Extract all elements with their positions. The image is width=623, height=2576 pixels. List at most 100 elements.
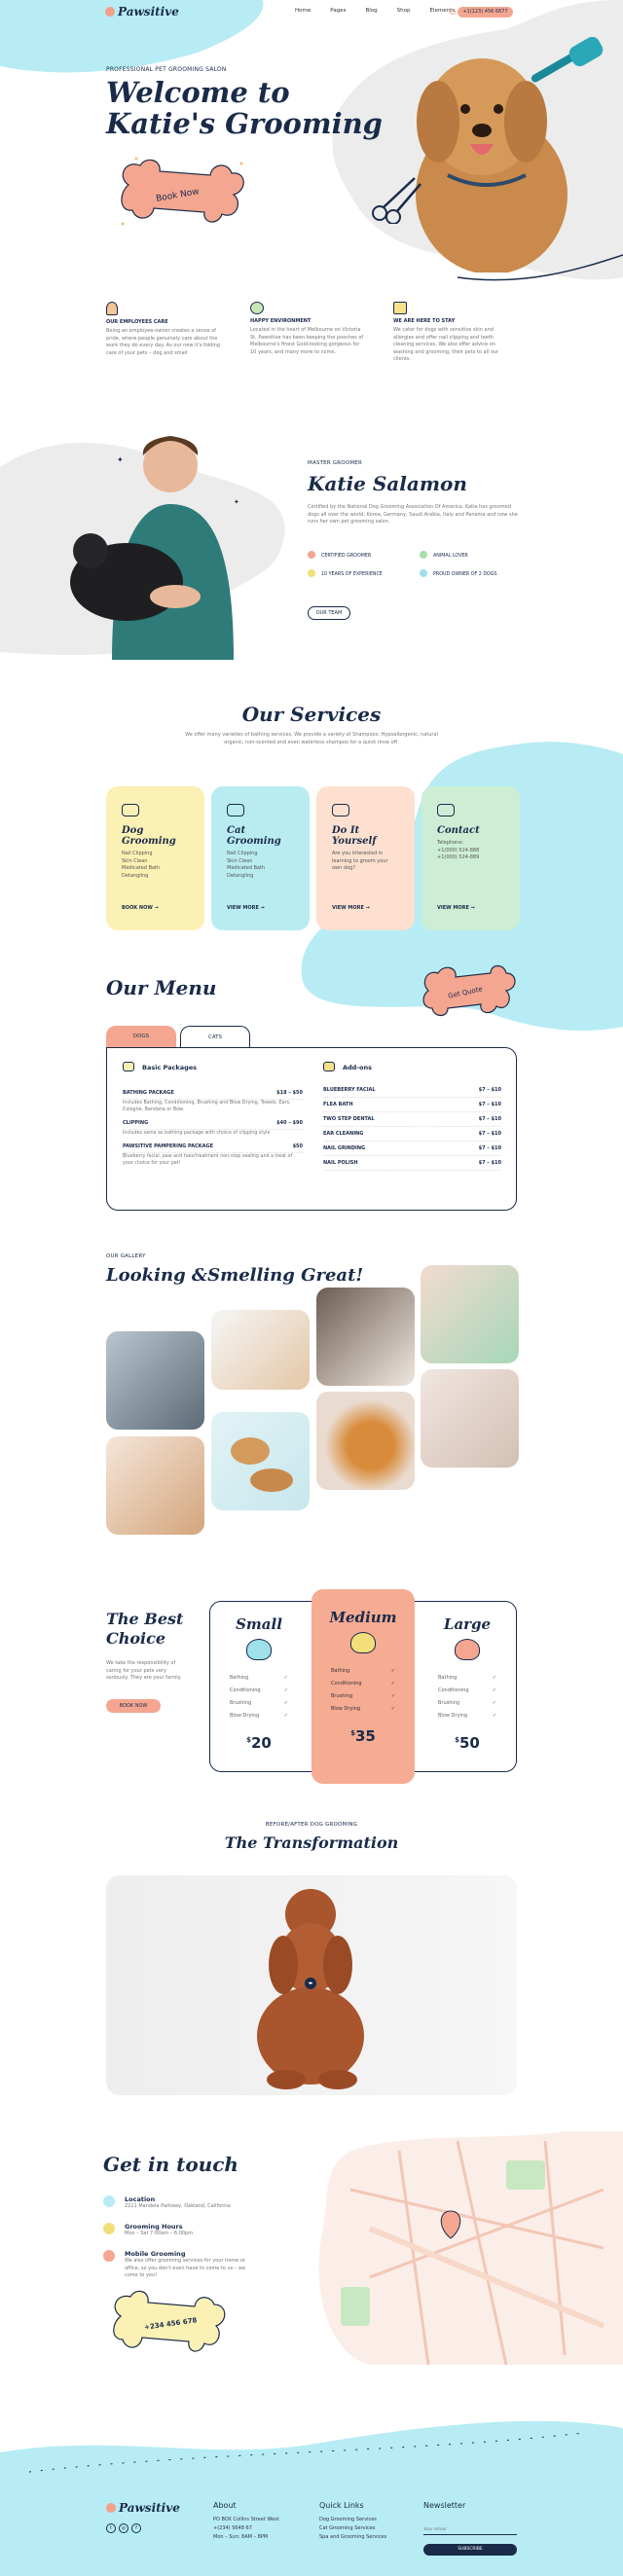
plan-medium[interactable]: Medium Bathing ✓ Conditioning ✓ Brushing ✓ …	[312, 1609, 415, 1745]
check-icon: ✓	[283, 1713, 288, 1719]
service-card-cat[interactable]: Cat Grooming Nail Clipping Skin Clean Me…	[211, 786, 310, 930]
gallery-image-treats[interactable]	[211, 1412, 310, 1510]
plan-feature: Bathing ✓	[312, 1665, 415, 1678]
our-team-button[interactable]: OUR TEAM	[308, 606, 350, 620]
service-card-diy[interactable]: Do It Yourself Are you interested in lea…	[316, 786, 415, 930]
gallery-image-puppies[interactable]	[211, 1310, 310, 1390]
tab-dogs[interactable]: DOGS	[106, 1026, 176, 1047]
service-card-link[interactable]: VIEW MORE →	[227, 905, 265, 911]
footer-link[interactable]: Cat Grooming Services	[319, 2524, 386, 2533]
check-icon: ✓	[492, 1700, 496, 1706]
contact-item-title: Mobile Grooming	[125, 2250, 186, 2258]
gallery-image-bath[interactable]	[106, 1331, 204, 1430]
footer-link[interactable]: Spa and Grooming Services	[319, 2533, 386, 2542]
service-card-link[interactable]: BOOK NOW →	[122, 905, 159, 911]
service-card-title: Contact	[437, 825, 480, 836]
check-icon: ✓	[492, 1713, 496, 1719]
gallery-image-grooming[interactable]	[316, 1288, 415, 1386]
slider-handle-icon[interactable]: ◂▸	[305, 1977, 316, 1989]
plan-feature: Conditioning ✓	[312, 1678, 415, 1690]
location-icon	[103, 2195, 115, 2207]
plan-feature: Brushing ✓	[210, 1697, 308, 1710]
groomer-name: Katie Salamon	[308, 472, 467, 495]
brush-icon	[531, 36, 604, 83]
footer-background	[0, 2420, 623, 2576]
check-icon: ✓	[390, 1681, 395, 1687]
contact-location: Location 2211 Mandela Parkway, Oakland, …	[103, 2195, 249, 2211]
plan-name: Small	[236, 1615, 282, 1633]
before-after-slider[interactable]: ◂▸	[106, 1875, 517, 2095]
service-card-contact[interactable]: Contact Telephone: +1(000) 524-888 +1(00…	[421, 786, 520, 930]
phone-call-button[interactable]: +1(123) 456 6677	[458, 7, 513, 18]
plan-small[interactable]: Small Bathing ✓ Conditioning ✓ Brushing ✓ B…	[210, 1615, 308, 1752]
service-card-title: Cat Grooming	[227, 825, 281, 847]
contact-item-text: Mon – Sat 7:00am – 6:00pm	[125, 2231, 194, 2236]
addon-item: TWO STEP DENTAL $7 – $10	[323, 1112, 501, 1127]
plan-feature: Blow Drying ✓	[419, 1710, 516, 1723]
cat-icon	[227, 804, 244, 816]
check-icon: ✓	[492, 1675, 496, 1681]
service-card-link[interactable]: VIEW MORE →	[332, 905, 370, 911]
newsletter-email-input[interactable]	[423, 2525, 517, 2535]
clock-icon	[103, 2223, 115, 2234]
gallery-image-nail-clip[interactable]	[421, 1265, 519, 1363]
check-icon: ✓	[283, 1700, 288, 1706]
plan-price: $35	[350, 1727, 376, 1745]
footer-heading: Quick Links	[319, 2501, 364, 2510]
contact-item-title: Location	[125, 2195, 156, 2203]
footer-heading: About	[213, 2501, 237, 2510]
service-card-dog[interactable]: Dog Grooming Nail Clipping Skin Clean Me…	[106, 786, 204, 930]
plan-large[interactable]: Large Bathing ✓ Conditioning ✓ Brushing ✓ B…	[419, 1615, 516, 1752]
scissors-icon	[372, 177, 421, 224]
map[interactable]	[312, 2131, 623, 2365]
service-item: Skin Clean	[227, 857, 253, 864]
nav-link-shop[interactable]: Shop	[397, 8, 411, 14]
gallery-image-poodle[interactable]	[106, 1436, 204, 1535]
site-logo[interactable]: Pawsitive	[105, 5, 179, 18]
footer-link[interactable]: Dog Grooming Services	[319, 2516, 386, 2524]
instagram-icon[interactable]: ◎	[119, 2523, 128, 2533]
addon-item: NAIL GRINDING $7 – $10	[323, 1142, 501, 1156]
pricing-book-now-button[interactable]: BOOK NOW	[106, 1699, 161, 1713]
paw-icon	[105, 7, 115, 17]
subscribe-button[interactable]: SUBSCRIBE	[423, 2543, 517, 2556]
plan-feature: Brushing ✓	[419, 1697, 516, 1710]
top-navigation: Pawsitive Home Pages Blog Shop Elements …	[0, 0, 623, 23]
menu-item: BATHING PACKAGE $18 – $50	[123, 1087, 303, 1100]
nav-link-pages[interactable]: Pages	[330, 8, 346, 14]
nav-link-home[interactable]: Home	[295, 8, 311, 14]
basic-packages: Basic Packages BATHING PACKAGE $18 – $50 …	[123, 1062, 303, 1171]
badge-certified: CERTIFIED GROOMER	[308, 551, 420, 559]
groomer-photo	[70, 436, 234, 660]
plan-feature: Brushing ✓	[312, 1690, 415, 1703]
facebook-icon[interactable]: f	[131, 2523, 141, 2533]
footer-text: +(234) 5648 67	[213, 2525, 252, 2531]
plan-feature: Blow Drying ✓	[210, 1710, 308, 1723]
service-card-link[interactable]: VIEW MORE →	[437, 905, 475, 911]
groomer-eyebrow: MASTER GROOMER	[308, 460, 362, 466]
gallery-image-pomeranian[interactable]	[316, 1392, 415, 1490]
nav-link-blog[interactable]: Blog	[365, 8, 377, 14]
plan-price: $50	[455, 1734, 480, 1752]
service-item: Are you interested in learning to groom …	[332, 851, 388, 871]
check-icon	[308, 551, 315, 559]
menu-item-desc: Includes same as bathing package with ch…	[123, 1131, 271, 1136]
menu-title: Our Menu	[106, 976, 217, 999]
service-item: Skin Clean	[122, 857, 148, 864]
paw-icon	[106, 2503, 116, 2513]
menu-item-desc: Includes Bathing, Conditioning, Brushing…	[123, 1101, 291, 1112]
feature-environment: HAPPY ENVIRONMENT Located in the heart o…	[250, 302, 367, 356]
contact-item-title: Grooming Hours	[125, 2223, 183, 2231]
footer-quick-links: Quick Links Dog Grooming Services Cat Gr…	[319, 2501, 386, 2542]
groomer-bio: Certified by the National Dog Grooming A…	[308, 504, 518, 525]
pricing-title: The Best Choice	[106, 1610, 184, 1648]
feature-text: Located in the heart of Melbourne on Vic…	[250, 327, 364, 355]
gallery-image-paw[interactable]	[421, 1369, 519, 1468]
tab-cats[interactable]: CATS	[180, 1026, 250, 1047]
footer-logo[interactable]: Pawsitive	[106, 2501, 180, 2515]
paw-icon	[437, 804, 455, 816]
nav-links: Home Pages Blog Shop Elements	[295, 8, 455, 14]
twitter-icon[interactable]: t	[106, 2523, 116, 2533]
pricing-text: We take the responsibility of caring for…	[106, 1660, 182, 1681]
check-icon: ✓	[390, 1706, 395, 1712]
